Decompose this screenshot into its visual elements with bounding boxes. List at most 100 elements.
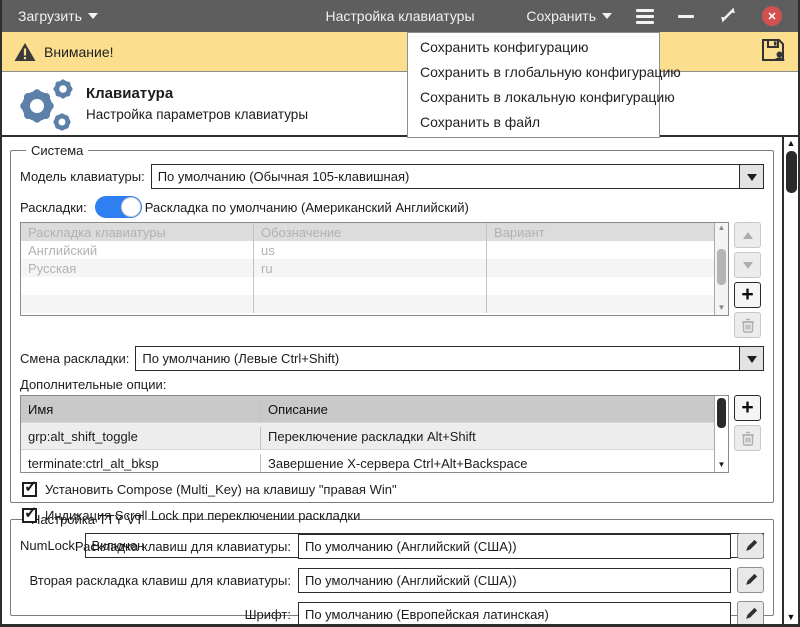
pencil-icon [743, 607, 758, 622]
layout-switch-select[interactable]: По умолчанию (Левые Ctrl+Shift) [135, 346, 764, 371]
add-layout-button[interactable]: + [734, 282, 761, 308]
module-header: Клавиатура Настройка параметров клавиату… [2, 72, 798, 137]
default-layout-toggle[interactable] [95, 196, 142, 218]
checkbox-checked-icon[interactable]: ✓ [22, 508, 37, 523]
content-area: Система Модель клавиатуры: По умолчанию … [2, 137, 798, 624]
table-row-empty [21, 295, 714, 313]
arrow-up-icon [743, 227, 753, 239]
trash-icon [741, 318, 755, 333]
close-button[interactable]: ✕ [762, 6, 782, 26]
expand-button[interactable] [718, 5, 738, 28]
tty-legend: Настройка TTY VT [26, 512, 148, 527]
keyboard-model-select[interactable]: По умолчанию (Обычная 105-клавишная) [151, 164, 764, 189]
edit-tty-layout2-button[interactable] [737, 567, 764, 593]
cell-layout-code: ru [254, 259, 487, 277]
table-row[interactable]: Английский us [21, 241, 714, 259]
warning-label: Внимание! [44, 44, 114, 60]
cell-option-name: terminate:ctrl_alt_bksp [21, 454, 261, 473]
table-row-empty [21, 277, 714, 295]
tty-groupbox: Настройка TTY VT Раскладка клавиш для кл… [10, 512, 774, 616]
save-settings-button[interactable] [760, 37, 786, 66]
pencil-icon [743, 573, 758, 588]
layouts-toggle-text: Раскладка по умолчанию (Американский Анг… [145, 200, 469, 215]
options-label: Дополнительные опции: [20, 377, 166, 392]
add-option-button[interactable]: + [734, 395, 761, 421]
model-label: Модель клавиатуры: [20, 169, 145, 184]
column-header: Описание [261, 400, 714, 422]
chevron-down-icon [88, 13, 98, 24]
tty-layout-label: Раскладка клавиш для клавиатуры: [20, 539, 298, 554]
options-table: Имя Описание grp:alt_shift_toggle Перекл… [20, 395, 729, 473]
cell-option-name: grp:alt_shift_toggle [21, 427, 261, 449]
options-table-scrollbar[interactable]: ▼ [714, 396, 728, 472]
table-row[interactable]: Русская ru [21, 259, 714, 277]
scrollbar-thumb[interactable] [786, 151, 797, 193]
tty-font-label: Шрифт: [20, 607, 298, 622]
tty-layout-field[interactable]: По умолчанию (Английский (США)) [298, 534, 731, 559]
cell-option-desc: Переключение раскладки Alt+Shift [261, 427, 714, 449]
menu-item-save-global-config[interactable]: Сохранить в глобальную конфигурацию [408, 60, 659, 85]
layouts-label: Раскладки: [20, 200, 87, 215]
options-table-header: Имя Описание [21, 396, 714, 423]
dropdown-button[interactable] [739, 165, 763, 188]
keyboard-model-value: По умолчанию (Обычная 105-клавишная) [152, 165, 739, 188]
scroll-up-icon[interactable]: ▲ [787, 137, 796, 150]
scroll-down-icon[interactable]: ▼ [718, 460, 726, 472]
table-row[interactable]: grp:alt_shift_toggle Переключение раскла… [21, 423, 714, 450]
cell-layout-name: Английский [21, 241, 254, 259]
warning-triangle-icon [14, 42, 36, 62]
tty-layout2-label: Вторая раскладка клавиш для клавиатуры: [20, 573, 298, 588]
menu-item-save-local-config[interactable]: Сохранить в локальную конфигурацию [408, 85, 659, 110]
cell-layout-variant [487, 241, 714, 259]
tty-layout2-field[interactable]: По умолчанию (Английский (США)) [298, 568, 731, 593]
plus-icon: + [741, 283, 753, 307]
column-header: Имя [21, 400, 261, 422]
menu-item-save-config[interactable]: Сохранить конфигурацию [408, 35, 659, 60]
expand-diagonal-icon [718, 5, 738, 25]
chevron-down-icon [747, 356, 757, 368]
close-icon: ✕ [767, 10, 776, 23]
scrollbar-thumb[interactable] [717, 398, 726, 428]
cell-layout-variant [487, 259, 714, 277]
pencil-icon [743, 539, 758, 554]
move-down-button[interactable] [734, 252, 761, 278]
edit-tty-font-button[interactable] [737, 601, 764, 627]
move-up-button[interactable] [734, 222, 761, 248]
compose-checkbox-label: Установить Compose (Multi_Key) на клавиш… [45, 482, 397, 497]
scrollbar-thumb[interactable] [717, 249, 726, 285]
tty-font-field[interactable]: По умолчанию (Европейская латинская) [298, 602, 731, 627]
table-row[interactable]: terminate:ctrl_alt_bksp Завершение X-сер… [21, 450, 714, 473]
trash-icon [741, 431, 755, 446]
load-menu-button[interactable]: Загрузить [18, 8, 98, 24]
column-header: Раскладка клавиатуры [21, 223, 254, 241]
layouts-table-scrollbar[interactable]: ▲ ▼ [714, 223, 728, 315]
layouts-table: Раскладка клавиатуры Обозначение Вариант… [20, 222, 729, 316]
save-dropdown-menu: Сохранить конфигурацию Сохранить в глоба… [407, 32, 660, 138]
save-menu-label: Сохранить [526, 8, 596, 24]
hamburger-menu-icon[interactable] [636, 9, 654, 24]
floppy-save-icon [760, 37, 786, 63]
save-menu-button[interactable]: Сохранить [526, 8, 612, 24]
toggle-knob [121, 197, 141, 217]
checkbox-checked-icon[interactable]: ✓ [22, 482, 37, 497]
delete-option-button[interactable] [734, 425, 761, 451]
delete-layout-button[interactable] [734, 312, 761, 338]
plus-icon: + [741, 396, 753, 420]
arrow-down-icon [743, 262, 753, 274]
gears-icon [13, 76, 75, 132]
scroll-down-icon[interactable]: ▼ [787, 611, 796, 624]
scroll-up-icon[interactable]: ▲ [718, 223, 726, 235]
column-header: Обозначение [254, 223, 487, 241]
edit-tty-layout-button[interactable] [737, 533, 764, 559]
menu-item-save-to-file[interactable]: Сохранить в файл [408, 110, 659, 135]
compose-checkbox-row[interactable]: ✓ Установить Compose (Multi_Key) на клав… [22, 480, 764, 499]
column-header: Вариант [487, 223, 714, 241]
main-scrollbar[interactable]: ▲ ▼ [782, 137, 798, 624]
cell-layout-code: us [254, 241, 487, 259]
dropdown-button[interactable] [739, 347, 763, 370]
minimize-button[interactable] [678, 15, 694, 18]
system-groupbox: Система Модель клавиатуры: По умолчанию … [10, 143, 774, 503]
module-title: Клавиатура [86, 85, 308, 102]
switch-label: Смена раскладки: [20, 351, 129, 366]
scroll-down-icon[interactable]: ▼ [718, 303, 726, 315]
